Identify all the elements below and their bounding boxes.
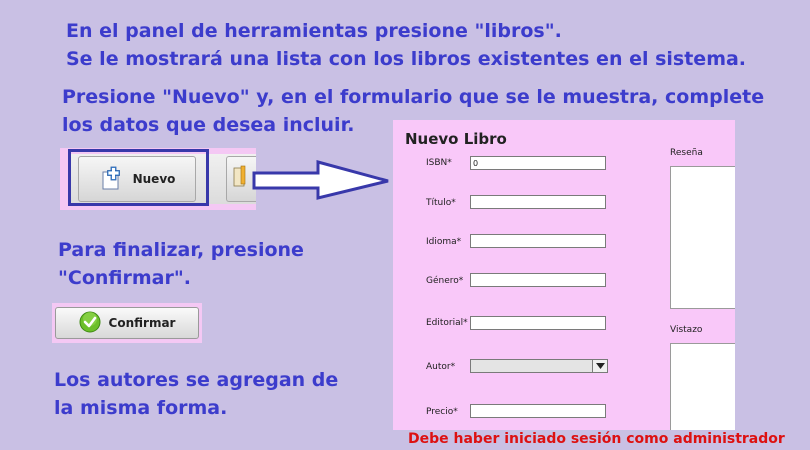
chevron-down-icon[interactable] <box>592 360 607 372</box>
isbn-input[interactable] <box>470 156 606 170</box>
editorial-label: Editorial* <box>426 318 468 328</box>
instruction-block-1: En el panel de herramientas presione "li… <box>66 17 746 73</box>
instruction-line-5: Para finalizar, presione <box>58 239 304 261</box>
idioma-input[interactable] <box>470 234 606 248</box>
resena-label: Reseña <box>670 148 703 158</box>
nuevo-libro-form: Nuevo Libro ISBN* Título* Idioma* Género… <box>393 120 735 430</box>
instruction-line-8: la misma forma. <box>54 397 228 419</box>
titulo-label: Título* <box>426 198 456 208</box>
arrow-right-icon <box>252 160 389 200</box>
check-circle-icon <box>79 311 101 336</box>
precio-input[interactable] <box>470 404 606 418</box>
isbn-label: ISBN* <box>426 158 452 168</box>
instruction-block-3: Para finalizar, presione "Confirmar". <box>58 236 304 292</box>
instruction-line-2: Se le mostrará una lista con los libros … <box>66 48 747 70</box>
genero-input[interactable] <box>470 273 606 287</box>
confirm-screenshot: Confirmar <box>52 303 202 343</box>
idioma-label: Idioma* <box>426 237 462 247</box>
titulo-input[interactable] <box>470 195 606 209</box>
autor-label: Autor* <box>426 362 456 372</box>
form-title: Nuevo Libro <box>405 130 507 148</box>
vistazo-textarea[interactable] <box>670 343 735 430</box>
instruction-line-6: "Confirmar". <box>58 267 191 289</box>
autor-select[interactable] <box>470 359 608 373</box>
nuevo-highlight-box <box>68 149 209 206</box>
genero-label: Género* <box>426 276 464 286</box>
instruction-line-7: Los autores se agregan de <box>54 369 339 391</box>
resena-textarea[interactable] <box>670 166 735 309</box>
confirmar-label: Confirmar <box>108 316 176 330</box>
pencil-icon <box>233 164 247 194</box>
instruction-block-4: Los autores se agregan de la misma forma… <box>54 366 338 422</box>
vistazo-label: Vistazo <box>670 325 703 335</box>
precio-label: Precio* <box>426 407 458 417</box>
admin-warning: Debe haber iniciado sesión como administ… <box>408 431 785 447</box>
editorial-input[interactable] <box>470 316 606 330</box>
autor-select-value <box>471 368 473 377</box>
instruction-line-3: Presione "Nuevo" y, en el formulario que… <box>62 86 765 108</box>
confirmar-button[interactable]: Confirmar <box>55 307 199 339</box>
instruction-line-1: En el panel de herramientas presione "li… <box>66 20 562 42</box>
